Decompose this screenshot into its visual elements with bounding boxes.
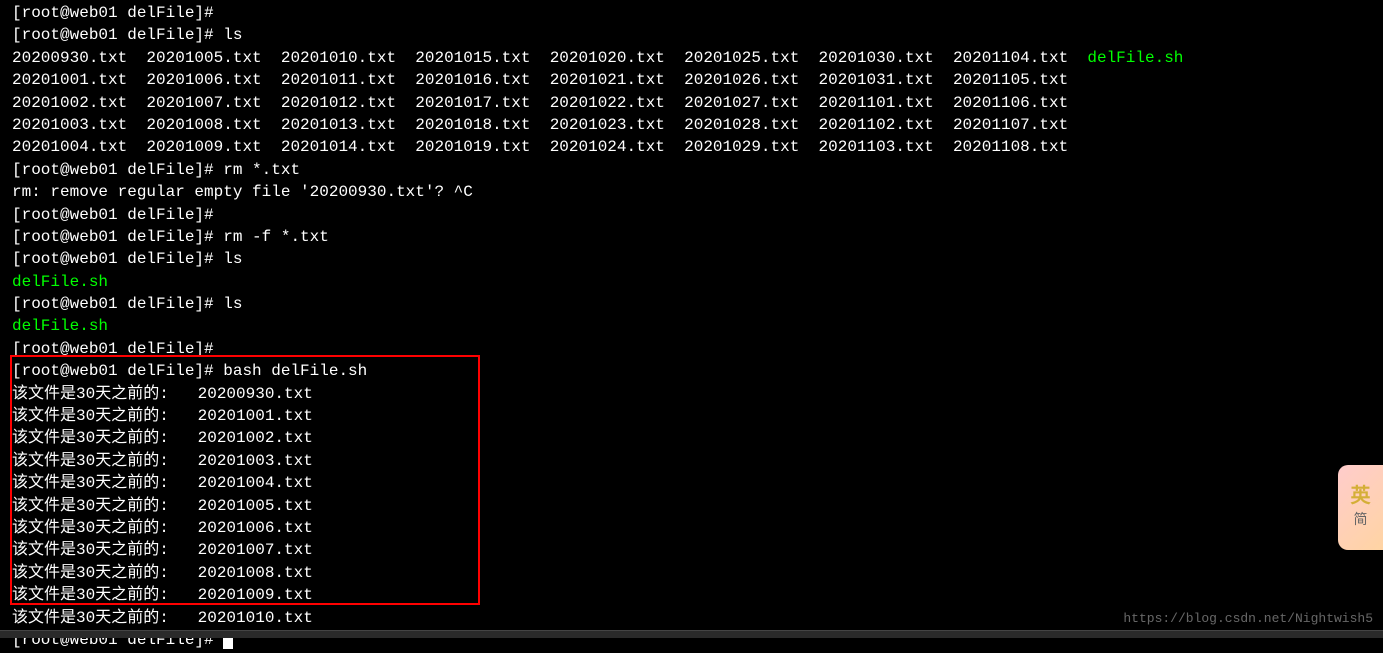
terminal-line: 20201001.txt 20201006.txt 20201011.txt 2…: [12, 69, 1371, 91]
terminal-line: 该文件是30天之前的: 20201003.txt: [12, 450, 1371, 472]
terminal-line: 20201002.txt 20201007.txt 20201012.txt 2…: [12, 92, 1371, 114]
terminal-line: [root@web01 delFile]# rm -f *.txt: [12, 226, 1371, 248]
terminal-output[interactable]: [root@web01 delFile]#[root@web01 delFile…: [0, 0, 1383, 653]
taskbar: [0, 630, 1383, 638]
terminal-line: 该文件是30天之前的: 20201006.txt: [12, 517, 1371, 539]
terminal-line: [root@web01 delFile]#: [12, 204, 1371, 226]
terminal-line: 该文件是30天之前的: 20201005.txt: [12, 495, 1371, 517]
terminal-line: 20201003.txt 20201008.txt 20201013.txt 2…: [12, 114, 1371, 136]
terminal-line: rm: remove regular empty file '20200930.…: [12, 181, 1371, 203]
terminal-line: [root@web01 delFile]# rm *.txt: [12, 159, 1371, 181]
terminal-line: [root@web01 delFile]# bash delFile.sh: [12, 360, 1371, 382]
terminal-line: [root@web01 delFile]#: [12, 338, 1371, 360]
terminal-line: 该文件是30天之前的: 20201007.txt: [12, 539, 1371, 561]
terminal-line: 该文件是30天之前的: 20201009.txt: [12, 584, 1371, 606]
executable-file: delFile.sh: [1087, 49, 1183, 67]
terminal-line: 20200930.txt 20201005.txt 20201010.txt 2…: [12, 47, 1371, 69]
terminal-line: 该文件是30天之前的: 20201001.txt: [12, 405, 1371, 427]
watermark-text: https://blog.csdn.net/Nightwish5: [1123, 610, 1373, 628]
ime-widget[interactable]: 英 简: [1338, 465, 1383, 550]
ime-char-en: 英: [1351, 484, 1371, 512]
terminal-line: [root@web01 delFile]# ls: [12, 24, 1371, 46]
terminal-line: 该文件是30天之前的: 20201004.txt: [12, 472, 1371, 494]
terminal-line: delFile.sh: [12, 315, 1371, 337]
ime-char-simple: 简: [1354, 512, 1368, 532]
terminal-line: 该文件是30天之前的: 20201008.txt: [12, 562, 1371, 584]
terminal-line: 该文件是30天之前的: 20201002.txt: [12, 427, 1371, 449]
terminal-line: [root@web01 delFile]#: [12, 2, 1371, 24]
terminal-line: 该文件是30天之前的: 20200930.txt: [12, 383, 1371, 405]
terminal-line: delFile.sh: [12, 271, 1371, 293]
terminal-line: 20201004.txt 20201009.txt 20201014.txt 2…: [12, 136, 1371, 158]
terminal-line: [root@web01 delFile]# ls: [12, 248, 1371, 270]
terminal-line: [root@web01 delFile]# ls: [12, 293, 1371, 315]
